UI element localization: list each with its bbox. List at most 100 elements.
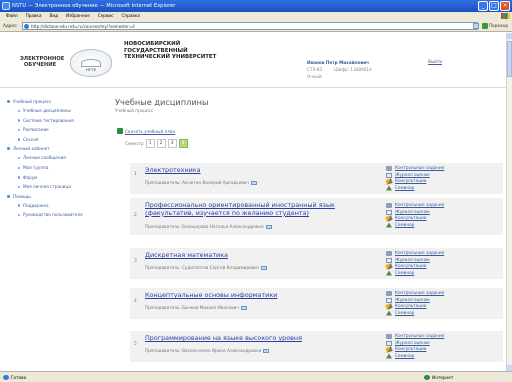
sidebar-item-user-guide[interactable]: Руководство пользователя xyxy=(0,210,110,220)
consult-label: Консультации xyxy=(395,303,427,308)
semester-2-button[interactable]: 2 xyxy=(156,139,166,148)
course-number: 3 xyxy=(134,259,137,264)
scroll-thumb[interactable] xyxy=(507,41,512,77)
logout-link[interactable]: Выйти xyxy=(428,59,442,64)
teacher-label: Преподаватель: Аксютин Валерий Аркадьеви… xyxy=(145,180,249,185)
journal-label: Журнал оценок xyxy=(395,339,430,345)
seminar-icon xyxy=(386,270,392,276)
course-teacher: Преподаватель: Судоплатов Сергей Владими… xyxy=(145,265,268,271)
menu-tools[interactable]: Сервис xyxy=(98,12,114,20)
teacher-label: Преподаватель: Васильченко Ирина Алексан… xyxy=(145,348,262,353)
seminar-link[interactable]: Семинар xyxy=(384,222,444,229)
user-name[interactable]: Иванов Петр Михайлович xyxy=(307,59,372,66)
tasks-icon xyxy=(386,291,392,296)
ie-app-icon xyxy=(2,2,10,10)
course-name-link[interactable]: Концептуальные основы информатики xyxy=(145,291,373,300)
sidebar-section-help[interactable]: Помощь xyxy=(0,192,110,201)
consult-label: Консультации xyxy=(395,263,427,268)
message-icon[interactable] xyxy=(263,348,270,354)
semester-4-button[interactable]: 4 xyxy=(178,139,188,148)
sidebar-item-session[interactable]: Сессия xyxy=(0,135,110,145)
journal-icon xyxy=(386,340,392,346)
sidebar-item-schedule[interactable]: Расписание xyxy=(0,125,110,135)
journal-icon xyxy=(386,209,392,215)
semester-3-button[interactable]: 3 xyxy=(167,139,177,148)
seminar-link[interactable]: Семинар xyxy=(384,353,444,360)
university-name: НОВОСИБИРСКИЙ ГОСУДАРСТВЕННЫЙ ТЕХНИЧЕСКИ… xyxy=(124,41,217,61)
scroll-up-icon[interactable] xyxy=(507,33,512,39)
seminar-link[interactable]: Семинар xyxy=(384,310,444,317)
close-button[interactable]: × xyxy=(500,1,510,11)
window-title: NSTU — Электронное обучение — Microsoft … xyxy=(12,3,176,9)
sidebar-item-support[interactable]: Поддержка xyxy=(0,201,110,211)
page-icon xyxy=(24,24,29,29)
browser-window: NSTU — Электронное обучение — Microsoft … xyxy=(0,0,512,382)
sidebar-section-cabinet[interactable]: Личный кабинет xyxy=(0,144,110,153)
sidebar-item-forum[interactable]: Форум xyxy=(0,173,110,183)
maximize-button[interactable]: □ xyxy=(489,1,499,11)
teacher-label: Преподаватель: Белоцерова Наталья Алекса… xyxy=(145,224,264,229)
course-links: Контрольные задания Журнал оценок Консул… xyxy=(384,290,444,316)
menu-favorites[interactable]: Избранное xyxy=(66,12,90,20)
journal-label: Журнал оценок xyxy=(395,296,430,302)
seminar-link[interactable]: Семинар xyxy=(384,270,444,277)
user-group: СТЭ-83 xyxy=(307,67,323,72)
course-links: Контрольные задания Журнал оценок Консул… xyxy=(384,333,444,359)
site-logo-text[interactable]: ЭЛЕКТРОННОЕ ОБУЧЕНИЕ xyxy=(20,56,64,68)
sidebar-section-learning[interactable]: Учебный процесс xyxy=(0,97,110,106)
sidebar-item-my-group[interactable]: Моя группа xyxy=(0,163,110,173)
journal-icon xyxy=(386,257,392,263)
message-icon[interactable] xyxy=(261,265,268,271)
excel-icon xyxy=(117,128,123,134)
security-zone: Интернет xyxy=(424,375,453,380)
status-bar: Готово Интернет xyxy=(0,371,512,382)
semester-selector: Семестр 1 2 3 4 xyxy=(125,139,188,148)
address-dropdown-icon[interactable] xyxy=(473,23,479,29)
tasks-icon xyxy=(386,251,392,256)
status-text: Готово xyxy=(3,375,26,380)
tasks-label: Контрольные задания xyxy=(395,333,445,338)
download-plan-label: Скачать учебный план xyxy=(125,129,176,134)
menu-file[interactable]: Файл xyxy=(6,12,18,20)
tasks-icon xyxy=(386,203,392,208)
course-name-link[interactable]: Электротехника xyxy=(145,166,373,175)
sidebar-item-testing[interactable]: Система тестирования xyxy=(0,116,110,126)
address-url: http://dictane.edu.nstu.ru/courses/my/?s… xyxy=(31,24,135,29)
message-icon[interactable] xyxy=(240,305,247,311)
seminar-label: Семинар xyxy=(395,184,415,190)
menu-view[interactable]: Вид xyxy=(50,12,59,20)
menu-edit[interactable]: Правка xyxy=(26,12,42,20)
page-title: Учебные дисциплины xyxy=(115,97,209,107)
semester-1-button[interactable]: 1 xyxy=(145,139,155,148)
user-code: Шифр: 13486614 xyxy=(334,67,372,72)
main-area: Учебные дисциплины Учебный процесс Скача… xyxy=(115,97,505,148)
vertical-scrollbar[interactable] xyxy=(506,33,512,371)
go-button[interactable]: Переход xyxy=(482,22,508,30)
sidebar-item-personal-page[interactable]: Моя личная страница xyxy=(0,182,110,192)
menu-help[interactable]: Справка xyxy=(121,12,139,20)
course-number: 5 xyxy=(134,342,137,347)
seminar-label: Семинар xyxy=(395,269,415,275)
sidebar-item-messages[interactable]: Личные сообщения xyxy=(0,153,110,163)
seminar-label: Семинар xyxy=(395,221,415,227)
minimize-button[interactable]: _ xyxy=(478,1,488,11)
teacher-label: Преподаватель: Бычков Михаил Иванович xyxy=(145,305,239,310)
message-icon[interactable] xyxy=(265,224,272,230)
consult-label: Консультации xyxy=(395,178,427,183)
course-name-link[interactable]: Профессионально ориентированный иностран… xyxy=(145,201,373,217)
course-number: 1 xyxy=(134,172,137,177)
title-bar: NSTU — Электронное обучение — Microsoft … xyxy=(0,0,512,12)
course-name-link[interactable]: Дискретная математика xyxy=(145,251,373,260)
tasks-icon xyxy=(386,334,392,339)
menu-bar: Файл Правка Вид Избранное Сервис Справка xyxy=(0,12,512,20)
address-label: Адрес: xyxy=(3,23,18,28)
download-plan-link[interactable]: Скачать учебный план xyxy=(117,128,176,134)
message-icon[interactable] xyxy=(250,180,257,186)
course-name-link[interactable]: Программирование на языке высокого уровн… xyxy=(145,334,373,343)
course-row: 2 Профессионально ориентированный иностр… xyxy=(130,198,503,235)
seminar-link[interactable]: Семинар xyxy=(384,185,444,192)
tasks-icon xyxy=(386,166,392,171)
address-input[interactable]: http://dictane.edu.nstu.ru/courses/my/?s… xyxy=(22,22,478,30)
sidebar-item-courses[interactable]: Учебные дисциплины xyxy=(0,106,110,116)
seminar-icon xyxy=(386,185,392,191)
